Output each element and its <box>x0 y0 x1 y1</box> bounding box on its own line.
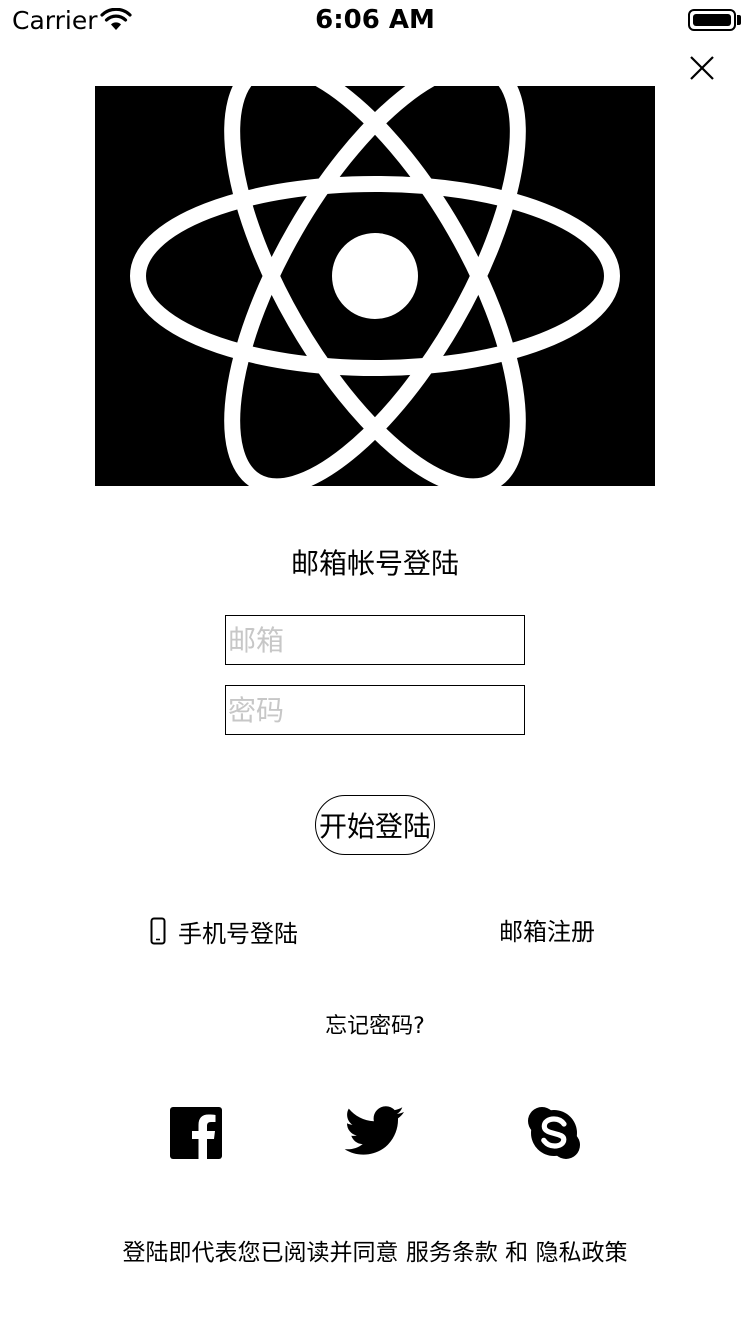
password-field[interactable] <box>225 685 525 735</box>
terms-notice: 登陆即代表您已阅读并同意 服务条款 和 隐私政策 <box>0 1233 750 1267</box>
status-bar: Carrier 6:06 AM <box>0 0 750 40</box>
phone-login-link[interactable]: 手机号登陆 <box>150 913 298 949</box>
phone-login-label: 手机号登陆 <box>178 919 298 948</box>
clock: 6:06 AM <box>315 5 435 35</box>
start-login-button[interactable]: 开始登陆 <box>315 795 435 855</box>
skype-icon[interactable] <box>526 1105 582 1161</box>
forgot-password-link[interactable]: 忘记密码? <box>325 1014 425 1039</box>
privacy-policy-link[interactable]: 隐私政策 <box>535 1240 627 1266</box>
twitter-icon[interactable] <box>342 1104 406 1160</box>
email-register-link[interactable]: 邮箱注册 <box>499 912 595 947</box>
battery-icon <box>688 9 736 31</box>
terms-and: 和 <box>497 1240 536 1266</box>
terms-prefix: 登陆即代表您已阅读并同意 <box>122 1240 406 1266</box>
facebook-icon[interactable] <box>168 1105 224 1161</box>
login-title: 邮箱帐号登陆 <box>290 547 459 580</box>
react-logo <box>95 86 655 486</box>
mobile-phone-icon <box>150 917 166 945</box>
close-icon[interactable] <box>684 50 720 86</box>
terms-of-service-link[interactable]: 服务条款 <box>406 1240 498 1266</box>
battery-tip <box>737 15 741 25</box>
email-field[interactable] <box>225 615 525 665</box>
forgot-password-row: 忘记密码? <box>0 1008 750 1040</box>
